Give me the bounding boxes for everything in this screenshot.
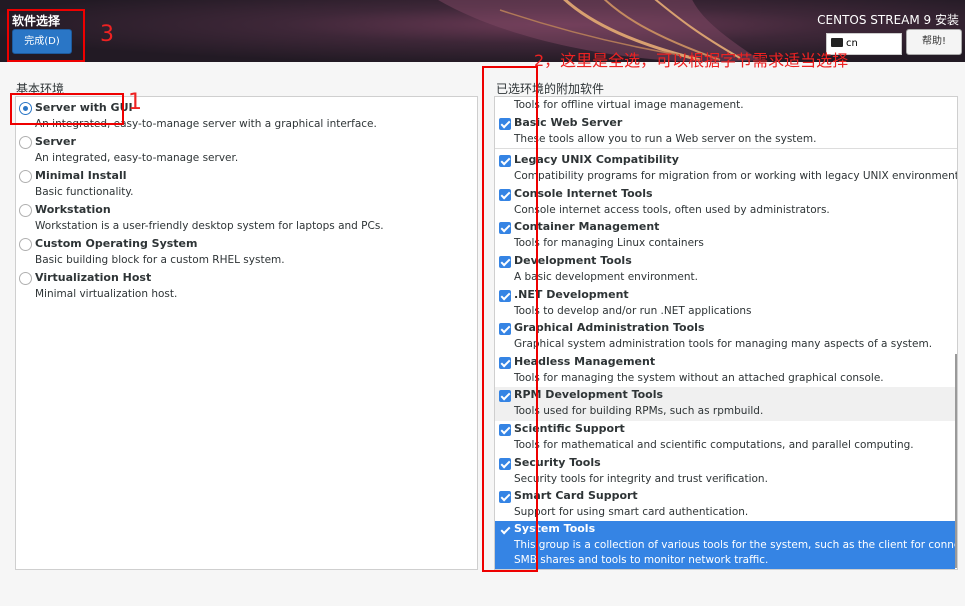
env-item-name: Custom Operating System	[35, 237, 198, 250]
keyboard-icon	[831, 38, 843, 47]
addon-headless-management[interactable]: Headless Management Tools for managing t…	[495, 354, 955, 388]
addon-desc: Tools used for building RPMs, such as rp…	[514, 405, 764, 417]
addon-desc: Tools to develop and/or run .NET applica…	[514, 305, 752, 317]
env-item-desc: Basic building block for a custom RHEL s…	[35, 254, 285, 266]
env-item-desc: An integrated, easy-to-manage server.	[35, 152, 239, 164]
addon-desc: Compatibility programs for migration fro…	[514, 170, 958, 182]
env-item-server[interactable]: Server An integrated, easy-to-manage ser…	[16, 134, 476, 168]
annotation-number-3: 3	[100, 22, 114, 47]
addon-legacy-unix[interactable]: Legacy UNIX Compatibility Compatibility …	[495, 152, 958, 186]
env-item-name: Workstation	[35, 203, 111, 216]
addon-scientific-support[interactable]: Scientific Support Tools for mathematica…	[495, 421, 955, 455]
env-item-name: Minimal Install	[35, 169, 127, 182]
env-item-desc: Workstation is a user-friendly desktop s…	[35, 220, 384, 232]
product-title: CENTOS STREAM 9 安装	[817, 13, 959, 27]
addon-desc-line2: SMB shares and tools to monitor network …	[514, 554, 769, 566]
addon-desc: Tools for managing the system without an…	[514, 372, 884, 384]
annotation-box-done	[7, 9, 85, 62]
env-item-desc: Basic functionality.	[35, 186, 134, 198]
addons-list: Tools for offline virtual image manageme…	[494, 96, 958, 570]
env-item-name: Server	[35, 135, 76, 148]
annotation-note-2: 2，这里是全选，可以根据字节需求适当选择	[534, 51, 849, 70]
addon-name: Legacy UNIX Compatibility	[514, 153, 679, 166]
addon-desc: These tools allow you to run a Web serve…	[514, 133, 817, 145]
env-item-workstation[interactable]: Workstation Workstation is a user-friend…	[16, 202, 476, 236]
addon-desc: Support for using smart card authenticat…	[514, 506, 749, 518]
addon-desc: Console internet access tools, often use…	[514, 204, 830, 216]
addon-desc: A basic development environment.	[514, 271, 698, 283]
annotation-number-1: 1	[128, 90, 142, 115]
addon-name: Graphical Administration Tools	[514, 321, 705, 334]
env-item-custom-os[interactable]: Custom Operating System Basic building b…	[16, 236, 476, 270]
annotation-box-checkboxes	[482, 66, 538, 572]
addon-container-management[interactable]: Container Management Tools for managing …	[495, 219, 955, 253]
addon-partial-desc: Tools for offline virtual image manageme…	[514, 99, 744, 111]
addon-basic-web-server[interactable]: Basic Web Server These tools allow you t…	[495, 115, 955, 149]
addon-desc: Tools for mathematical and scientific co…	[514, 439, 914, 451]
env-item-minimal-install[interactable]: Minimal Install Basic functionality.	[16, 168, 476, 202]
radio[interactable]	[19, 204, 32, 217]
addon-system-tools[interactable]: System Tools This group is a collection …	[495, 521, 958, 569]
addon-graphical-admin-tools[interactable]: Graphical Administration Tools Graphical…	[495, 320, 955, 354]
env-item-virtualization-host[interactable]: Virtualization Host Minimal virtualizati…	[16, 270, 476, 304]
env-item-name: Virtualization Host	[35, 271, 152, 284]
addon-desc: This group is a collection of various to…	[514, 539, 958, 551]
help-button[interactable]: 帮助!	[906, 29, 962, 55]
addon-desc: Tools for managing Linux containers	[514, 237, 704, 249]
radio[interactable]	[19, 170, 32, 183]
addon-smart-card-support[interactable]: Smart Card Support Support for using sma…	[495, 488, 955, 522]
addon-development-tools[interactable]: Development Tools A basic development en…	[495, 253, 955, 287]
radio[interactable]	[19, 272, 32, 285]
divider	[495, 148, 957, 149]
radio[interactable]	[19, 238, 32, 251]
addon-console-internet-tools[interactable]: Console Internet Tools Console internet …	[495, 186, 955, 220]
annotation-box-server-gui	[10, 93, 124, 125]
radio[interactable]	[19, 136, 32, 149]
addons-scrollbar[interactable]	[955, 354, 957, 568]
addon-desc: Graphical system administration tools fo…	[514, 338, 933, 350]
base-env-list: Server with GUI An integrated, easy-to-m…	[15, 96, 478, 570]
addon-rpm-development-tools[interactable]: RPM Development Tools Tools used for bui…	[495, 387, 955, 421]
addon-desc: Security tools for integrity and trust v…	[514, 473, 768, 485]
env-item-desc: Minimal virtualization host.	[35, 288, 178, 300]
addon-security-tools[interactable]: Security Tools Security tools for integr…	[495, 455, 955, 489]
addon-dotnet-development[interactable]: .NET Development Tools to develop and/or…	[495, 287, 955, 321]
